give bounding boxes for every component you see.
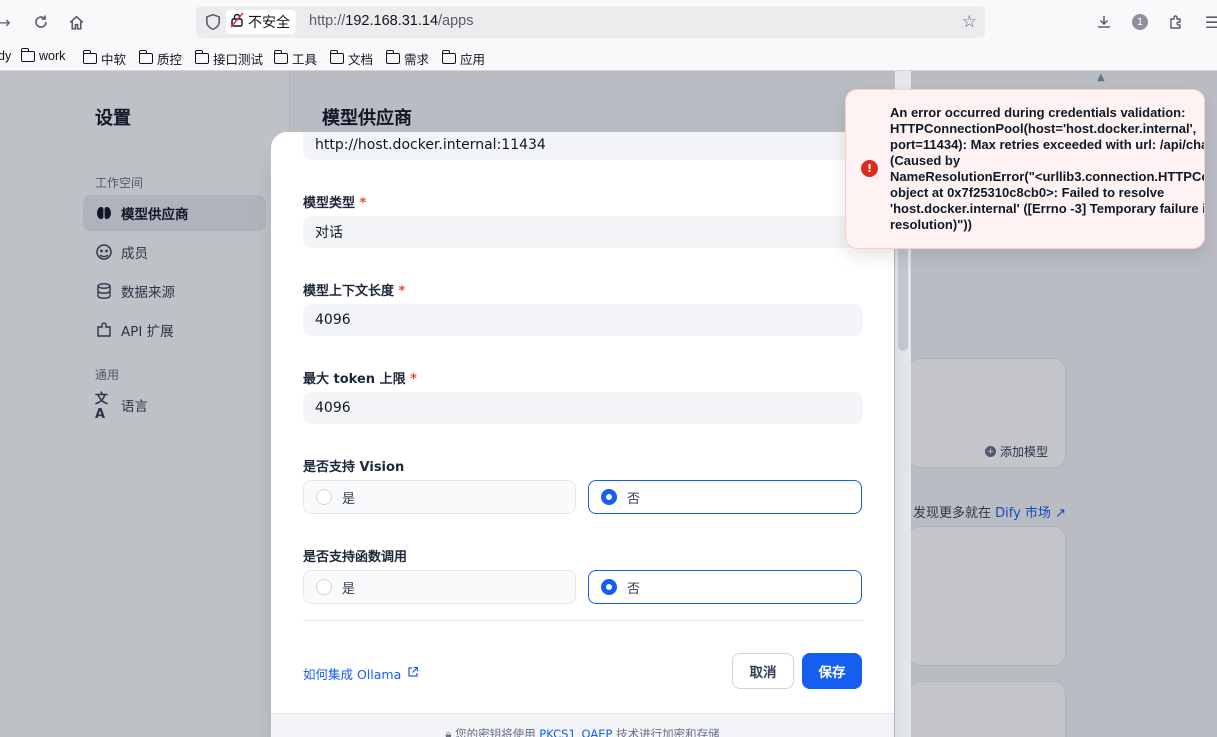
pkcs-link[interactable]: PKCS1_OAEP bbox=[539, 727, 612, 737]
notification-count: 1 bbox=[1132, 14, 1148, 30]
external-link-icon bbox=[407, 666, 419, 681]
radio-checked-icon bbox=[601, 579, 617, 595]
bookmark-zhongruan[interactable]: 中软 bbox=[82, 49, 127, 68]
bookmark-label: 工具 bbox=[292, 53, 318, 67]
label-text: 模型上下文长度 bbox=[303, 284, 395, 299]
insecure-label: 不安全 bbox=[248, 15, 290, 31]
scroll-up-icon[interactable]: ▲ bbox=[1097, 72, 1105, 83]
url-scheme: http:// bbox=[309, 13, 346, 29]
error-icon: ! bbox=[861, 160, 878, 177]
select-value: 对话 bbox=[315, 225, 343, 241]
max-token-input[interactable]: 4096 bbox=[303, 392, 863, 424]
radio-label: 是 bbox=[342, 581, 356, 597]
url-text[interactable]: http://192.168.31.14/apps bbox=[309, 13, 474, 29]
model-type-label: 模型类型 * bbox=[303, 192, 366, 211]
bookmark-label: 文档 bbox=[348, 53, 374, 67]
vision-no-radio[interactable]: 否 bbox=[588, 480, 862, 514]
bookmark-zhikong[interactable]: 质控 bbox=[138, 49, 183, 68]
cancel-button[interactable]: 取消 bbox=[732, 653, 794, 689]
label-text: 最大 token 上限 bbox=[303, 372, 406, 387]
folder-icon bbox=[138, 50, 153, 64]
folder-icon bbox=[385, 50, 400, 64]
folder-icon bbox=[273, 50, 288, 64]
folder-icon bbox=[329, 50, 344, 64]
base-url-input[interactable]: http://host.docker.internal:11434 bbox=[303, 132, 863, 160]
bookmark-requirements[interactable]: 需求 bbox=[385, 49, 430, 68]
footer-prefix: 您的密钥将使用 bbox=[455, 727, 540, 737]
error-toast: ! An error occurred during credentials v… bbox=[845, 89, 1205, 249]
modal-divider bbox=[303, 620, 863, 621]
bookmarks-bar: dy work 中软 质控 接口测试 工具 文档 需求 应用 bbox=[0, 44, 1217, 71]
reload-icon[interactable] bbox=[29, 10, 53, 34]
radio-label: 否 bbox=[627, 581, 641, 597]
forward-icon[interactable]: → bbox=[0, 10, 16, 34]
account-badge-icon[interactable]: 1 bbox=[1128, 10, 1152, 34]
required-mark: * bbox=[359, 196, 367, 211]
url-path: /apps bbox=[438, 13, 474, 29]
browser-toolbar: → 不安全 http://192.168.31.14/apps ☆ 1 ☰ bbox=[0, 0, 1217, 44]
downloads-icon[interactable] bbox=[1092, 10, 1116, 34]
folder-icon bbox=[20, 47, 35, 62]
function-call-yes-radio[interactable]: 是 bbox=[303, 570, 576, 604]
bookmark-star-icon[interactable]: ☆ bbox=[962, 12, 977, 32]
function-call-no-radio[interactable]: 否 bbox=[588, 570, 862, 604]
bookmark-partial[interactable]: dy bbox=[0, 49, 11, 63]
bookmark-label: 中软 bbox=[101, 53, 127, 67]
bookmark-apps[interactable]: 应用 bbox=[441, 49, 486, 68]
url-host: 192.168.31.14 bbox=[345, 13, 439, 29]
folder-icon bbox=[82, 50, 97, 64]
required-mark: * bbox=[410, 372, 417, 387]
insecure-badge[interactable]: 不安全 bbox=[226, 10, 296, 34]
context-length-label: 模型上下文长度 * bbox=[303, 280, 405, 299]
model-config-modal: http://host.docker.internal:11434 模型类型 *… bbox=[271, 132, 894, 737]
label-text: 模型类型 bbox=[303, 196, 356, 211]
tracking-shield-icon[interactable] bbox=[204, 13, 222, 31]
required-mark: * bbox=[398, 284, 406, 299]
radio-label: 是 bbox=[342, 491, 356, 507]
radio-circle-icon bbox=[316, 489, 332, 505]
url-bar[interactable]: 不安全 http://192.168.31.14/apps ☆ bbox=[196, 6, 985, 38]
bookmark-label: 质控 bbox=[157, 53, 183, 67]
folder-icon bbox=[441, 50, 456, 64]
vision-yes-radio[interactable]: 是 bbox=[303, 480, 576, 514]
encryption-notice: 🔒︎ 您的密钥将使用 PKCS1_OAEP 技术进行加密和存储 bbox=[271, 713, 894, 737]
bookmark-label: 应用 bbox=[460, 53, 486, 67]
insecure-lock-icon bbox=[230, 12, 244, 32]
bookmark-docs[interactable]: 文档 bbox=[329, 49, 374, 68]
help-link-label: 如何集成 Ollama bbox=[303, 667, 402, 682]
extensions-icon[interactable] bbox=[1164, 10, 1188, 34]
bookmark-api-test[interactable]: 接口测试 bbox=[194, 49, 264, 68]
error-message: An error occurred during credentials val… bbox=[890, 105, 1204, 232]
radio-label: 否 bbox=[627, 491, 641, 507]
context-length-input[interactable]: 4096 bbox=[303, 304, 863, 336]
bookmark-tools[interactable]: 工具 bbox=[273, 49, 318, 68]
radio-checked-icon bbox=[601, 489, 617, 505]
max-token-label: 最大 token 上限 * bbox=[303, 368, 417, 387]
bookmark-label: dy bbox=[0, 49, 12, 63]
ollama-help-link[interactable]: 如何集成 Ollama bbox=[303, 664, 419, 683]
save-button[interactable]: 保存 bbox=[802, 653, 862, 689]
radio-circle-icon bbox=[316, 579, 332, 595]
vision-label: 是否支持 Vision bbox=[303, 460, 405, 475]
footer-suffix: 技术进行加密和存储 bbox=[612, 727, 720, 737]
bookmark-label: 需求 bbox=[404, 53, 430, 67]
bookmark-label: 接口测试 bbox=[213, 53, 264, 67]
function-call-label: 是否支持函数调用 bbox=[303, 550, 408, 565]
lock-icon: 🔒︎ bbox=[445, 727, 456, 737]
menu-icon[interactable]: ☰ bbox=[1200, 10, 1217, 34]
model-type-select[interactable]: 对话 ⇕ bbox=[303, 216, 863, 248]
folder-icon bbox=[194, 50, 209, 64]
home-icon[interactable] bbox=[64, 10, 88, 34]
bookmark-work[interactable]: work bbox=[20, 47, 66, 63]
bookmark-label: work bbox=[39, 49, 66, 63]
